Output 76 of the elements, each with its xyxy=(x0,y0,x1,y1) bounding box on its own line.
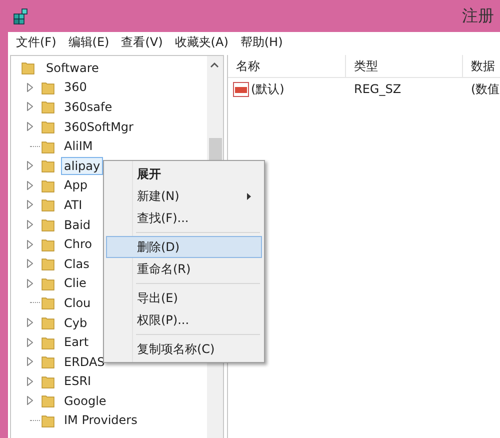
menu-item[interactable]: 权限(P)... xyxy=(106,309,262,331)
string-value-icon xyxy=(233,82,249,96)
expand-arrow-icon[interactable] xyxy=(27,278,33,288)
folder-icon xyxy=(41,354,55,370)
folder-icon xyxy=(41,412,55,428)
tree-item[interactable]: ATI xyxy=(61,196,86,214)
tree-item[interactable]: Clou xyxy=(61,294,94,312)
window-title: 注册 xyxy=(462,6,494,26)
tree-item[interactable]: alipay xyxy=(61,156,104,175)
menu-item[interactable]: 收藏夹(A) xyxy=(174,34,228,50)
tree-item[interactable]: IM Providers xyxy=(61,411,140,430)
menu-item[interactable]: 帮助(H) xyxy=(240,34,283,50)
expand-arrow-icon[interactable] xyxy=(27,376,33,386)
expand-arrow-icon[interactable] xyxy=(27,240,33,249)
menu-item[interactable]: 复制项名称(C) xyxy=(106,338,262,360)
menu-item[interactable]: 新建(N) xyxy=(106,185,262,207)
column-header[interactable]: 数据 xyxy=(463,55,500,77)
folder-icon xyxy=(41,119,55,134)
column-header[interactable]: 类型 xyxy=(346,55,463,77)
tree-item[interactable]: 360safe xyxy=(61,98,116,116)
value-name: (默认) xyxy=(251,80,284,98)
tree-item[interactable]: Software xyxy=(43,58,102,77)
folder-icon xyxy=(41,256,55,272)
folder-icon xyxy=(21,60,35,76)
expand-arrow-icon[interactable] xyxy=(27,396,33,406)
tree-item[interactable]: Eart xyxy=(61,333,92,352)
menu-item[interactable]: 展开 xyxy=(106,163,262,185)
folder-icon xyxy=(41,393,55,408)
folder-icon xyxy=(41,315,55,330)
expand-arrow-icon[interactable] xyxy=(27,338,33,347)
folder-icon xyxy=(41,138,55,154)
registry-cubes-icon xyxy=(12,7,30,25)
menu-item[interactable]: 查看(V) xyxy=(121,34,163,50)
table-cell-text: REG_SZ xyxy=(353,82,402,96)
folder-icon xyxy=(41,197,55,212)
scroll-up-icon[interactable] xyxy=(210,62,219,68)
folder-icon xyxy=(41,178,55,193)
menu-item[interactable]: 文件(F) xyxy=(16,34,56,50)
tree-item[interactable]: Cyb xyxy=(61,314,90,332)
menu-item[interactable]: 查找(F)... xyxy=(106,207,262,229)
tree-item[interactable]: ESRI xyxy=(61,372,94,390)
folder-icon xyxy=(41,158,55,174)
table-cell-text: (数值 xyxy=(470,80,500,98)
tree-item[interactable]: AliIM xyxy=(61,137,96,156)
expand-arrow-icon[interactable] xyxy=(27,200,33,210)
expand-arrow-icon[interactable] xyxy=(27,161,33,170)
tree-item[interactable]: Baid xyxy=(61,216,94,234)
expand-arrow-icon[interactable] xyxy=(27,122,33,132)
menu-item[interactable]: 导出(E) xyxy=(106,287,262,309)
expand-arrow-icon[interactable] xyxy=(27,102,33,112)
folder-icon xyxy=(41,334,55,350)
expand-arrow-icon[interactable] xyxy=(27,318,33,328)
folder-icon xyxy=(41,295,55,310)
folder-icon xyxy=(41,99,55,114)
expand-arrow-icon[interactable] xyxy=(27,82,33,92)
tree-item[interactable]: Google xyxy=(61,392,110,410)
folder-icon xyxy=(41,236,55,252)
menu-item[interactable]: 编辑(E) xyxy=(68,34,110,50)
expand-arrow-icon[interactable] xyxy=(27,180,33,190)
expand-arrow-icon[interactable] xyxy=(27,357,33,366)
tree-item[interactable]: Clas xyxy=(61,254,92,273)
tree-item[interactable]: Chro xyxy=(61,235,95,254)
menu-item[interactable]: 重命名(R) xyxy=(106,258,262,280)
expand-arrow-icon[interactable] xyxy=(27,220,33,230)
submenu-arrow-icon xyxy=(247,192,251,200)
column-header[interactable]: 名称 xyxy=(228,55,346,77)
expand-arrow-icon[interactable] xyxy=(27,259,33,268)
folder-icon xyxy=(41,276,55,291)
tree-item[interactable]: App xyxy=(61,176,90,194)
folder-icon xyxy=(41,217,55,232)
tree-item[interactable]: Clie xyxy=(61,274,90,292)
folder-icon xyxy=(41,374,55,389)
menu-item[interactable]: 删除(D) xyxy=(106,236,262,258)
tree-item[interactable]: 360SoftMgr xyxy=(61,118,136,136)
tree-item[interactable]: 360 xyxy=(61,78,90,96)
folder-icon xyxy=(41,80,55,95)
